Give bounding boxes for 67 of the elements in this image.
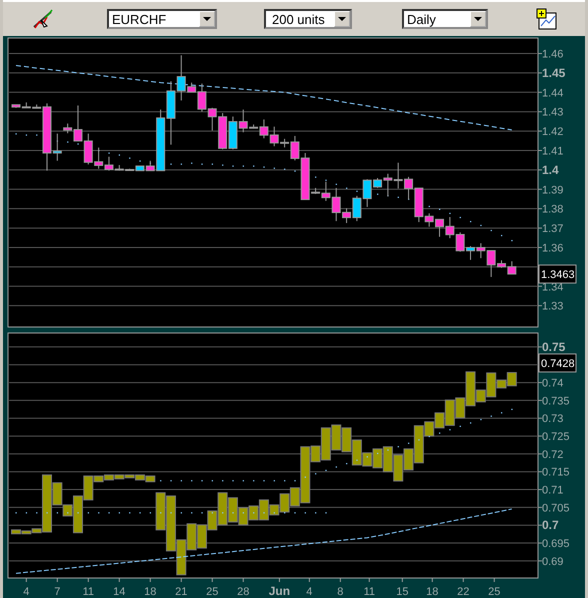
symbol-dropdown[interactable]: EURCHF [107, 9, 217, 29]
indicator-bar [228, 497, 238, 522]
indicator-bar [372, 448, 383, 468]
indicator-bar [393, 454, 404, 482]
add-chart-icon[interactable] [536, 8, 558, 30]
caret-icon[interactable] [199, 11, 215, 27]
candlestick [445, 216, 454, 239]
axis-label: 11 [82, 586, 94, 598]
axis-label: 25 [206, 586, 218, 598]
axis-label: 0.715 [542, 466, 570, 479]
axis-label: 15 [396, 586, 408, 598]
indicator-bar [382, 446, 393, 472]
indicator-bar [238, 507, 248, 526]
value-tag: 0.7428 [538, 353, 576, 372]
axis-label: 21 [175, 586, 188, 598]
axis-label: 1.45 [542, 66, 566, 80]
axis-label: 0.7 [542, 518, 559, 532]
axis-label: 18 [144, 586, 156, 598]
axis-label: 0.71 [542, 484, 564, 497]
axis-label: 0.75 [542, 340, 566, 354]
axis-label: 1.36 [542, 242, 564, 254]
candlestick [84, 133, 93, 165]
caret-icon[interactable] [334, 11, 350, 27]
axis-label: 7 [54, 586, 60, 598]
candlestick [456, 232, 465, 252]
caret-icon[interactable] [470, 11, 486, 27]
indicator-bar [248, 505, 259, 520]
axis-label: 8 [337, 586, 344, 598]
axis-label: 1.42 [542, 126, 564, 138]
axis-label: 0.705 [542, 502, 570, 514]
axis-label: 25 [488, 586, 500, 598]
indicator-bar [342, 427, 352, 452]
axis-label: 1.4 [542, 162, 559, 177]
indicator-bar [196, 524, 207, 549]
axis-label: 0.69 [542, 556, 564, 568]
axis-label: 18 [426, 586, 438, 598]
axis-label: 1.43 [542, 106, 564, 119]
candlestick [466, 246, 476, 260]
axis-label: 1.33 [542, 300, 564, 313]
axis-label: 0.72 [542, 448, 564, 461]
axis-label: 4 [23, 586, 30, 598]
candlestick [166, 80, 176, 146]
axis-label: 14 [113, 586, 126, 598]
axis-label: 1.44 [542, 87, 564, 100]
axis-label: 11 [364, 586, 375, 598]
indicator-bar [186, 523, 197, 550]
candlestick [228, 116, 238, 150]
axis-label: Jun [268, 584, 290, 598]
axis-label: 1.39 [542, 184, 564, 196]
axis-label: 1.46 [542, 48, 564, 61]
axis-label: 0.73 [542, 413, 564, 426]
period-dropdown[interactable]: Daily [402, 9, 488, 29]
indicator-bar [331, 424, 342, 450]
candlestick [435, 218, 444, 238]
axis-label: 22 [457, 586, 470, 598]
candlestick [394, 162, 403, 190]
axis-label: 1.37 [542, 223, 564, 236]
axis-label: 4 [306, 586, 312, 598]
price-tag: 1.3463 [538, 264, 576, 284]
axis-label: 28 [237, 586, 250, 598]
size-dropdown[interactable]: 200 units [264, 9, 352, 29]
axis-label: 0.725 [542, 431, 570, 444]
axis-label: 0.735 [542, 395, 570, 408]
axis-label: 1.38 [542, 204, 564, 216]
axis-label: 0.74 [542, 378, 564, 390]
axis-label: 0.695 [542, 538, 570, 550]
axis-label: 1.41 [542, 146, 564, 158]
